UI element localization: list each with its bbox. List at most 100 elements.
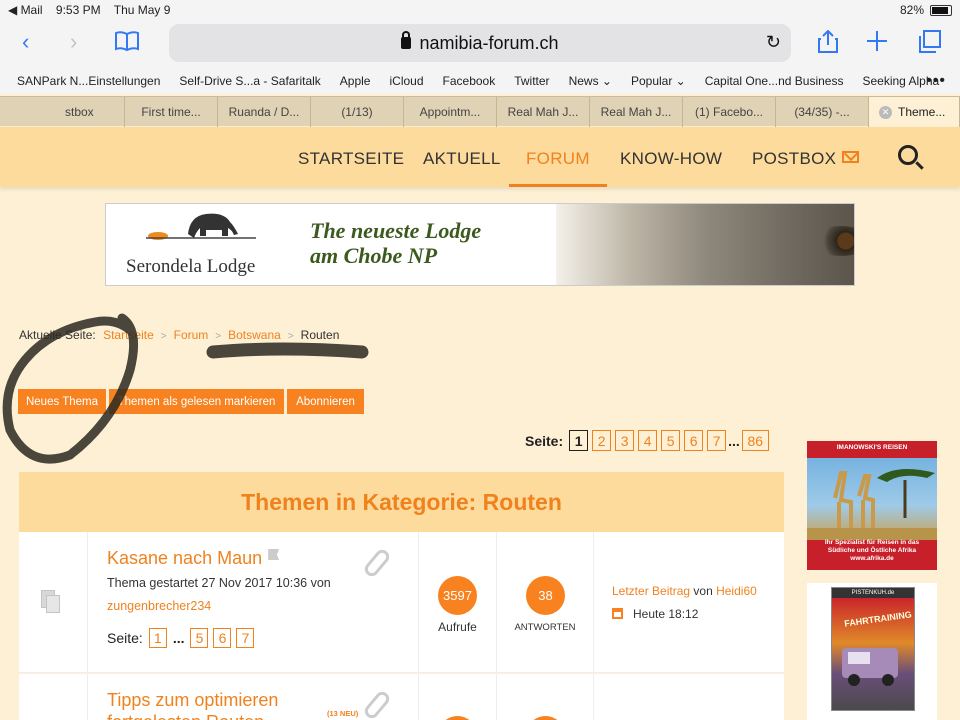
nav-postbox[interactable]: POSTBOX <box>752 149 860 169</box>
reload-icon[interactable]: ↻ <box>766 32 781 53</box>
new-tab-plus-icon[interactable] <box>866 30 888 57</box>
mark-read-button[interactable]: Themen als gelesen markieren <box>109 389 284 414</box>
topic-page-link[interactable]: 1 <box>148 628 167 648</box>
subscribe-button[interactable]: Abonnieren <box>287 389 364 414</box>
pagination-label: Seite: <box>525 432 564 449</box>
topic-icon-cell <box>19 674 88 720</box>
browser-tab[interactable]: stbox <box>0 97 125 127</box>
views-count: 3597 <box>438 576 477 615</box>
address-bar[interactable]: namibia-forum.ch ↻ <box>169 24 791 62</box>
book-cover: PISTENKUH.de FAHRTRAINING <box>831 587 915 711</box>
bookmarks-book-icon[interactable] <box>114 30 140 57</box>
views-cell <box>419 674 497 720</box>
back-arrow-icon[interactable]: ‹ <box>22 30 29 54</box>
topic-main-cell: Kasane nach Maun Thema gestartet 27 Nov … <box>88 532 419 672</box>
site-navigation: STARTSEITE AKTUELL FORUM KNOW-HOW POSTBO… <box>0 127 960 187</box>
page-link[interactable]: 3 <box>615 430 635 451</box>
pagination: Seite: 1 2 3 4 5 6 7 ... 86 <box>525 430 773 451</box>
new-topic-button[interactable]: Neues Thema <box>18 389 106 414</box>
browser-tab-active[interactable]: ✕ Theme... <box>869 97 960 127</box>
bookmark-item[interactable]: Popular ⌄ <box>631 74 686 88</box>
page-link[interactable]: 2 <box>592 430 612 451</box>
driving-training-ad[interactable]: PISTENKUH.de FAHRTRAINING <box>807 583 937 720</box>
giraffe-illustration <box>807 469 937 540</box>
topic-meta: Thema gestartet 27 Nov 2017 10:36 von <box>107 576 331 590</box>
book-publisher: PISTENKUH.de <box>851 590 895 596</box>
page-link[interactable]: 6 <box>684 430 704 451</box>
url-text: namibia-forum.ch <box>419 32 559 53</box>
browser-tab[interactable]: (1) Facebo... <box>683 97 776 127</box>
nav-forum[interactable]: FORUM <box>509 149 607 187</box>
topic-page-link[interactable]: 6 <box>213 628 232 648</box>
topic-page-link[interactable]: 7 <box>236 628 255 648</box>
bookmark-item[interactable]: Apple <box>340 74 371 88</box>
bookmark-item[interactable]: Capital One...nd Business <box>705 74 844 88</box>
banner-tagline: The neueste Lodge am Chobe NP <box>310 218 481 268</box>
nav-aktuell[interactable]: AKTUELL <box>423 149 501 169</box>
browser-tab[interactable]: Ruanda / D... <box>218 97 311 127</box>
more-bookmarks-icon[interactable]: ••• <box>926 72 946 90</box>
topic-title[interactable]: Kasane nach Maun <box>107 548 280 569</box>
nav-know-how[interactable]: KNOW-HOW <box>620 149 722 169</box>
last-post-user-link[interactable]: Heidi60 <box>716 584 757 598</box>
travel-ad-header: IMANOWSKI'S REISEN <box>836 444 908 451</box>
forward-arrow-icon[interactable]: › <box>70 30 77 54</box>
attachment-icon <box>361 689 393 720</box>
replies-count: 38 <box>526 576 565 615</box>
lodge-logo: Serondela Lodge <box>106 204 296 285</box>
topic-main-cell: Tipps zum optimieren (13 NEU) fortgelest… <box>88 674 419 720</box>
browser-tab[interactable]: Real Mah J... <box>497 97 590 127</box>
breadcrumb-label: Aktuelle Seite: <box>19 328 96 342</box>
topic-row: Tipps zum optimieren (13 NEU) fortgelest… <box>19 674 784 720</box>
bookmark-item[interactable]: News ⌄ <box>569 74 612 88</box>
topic-page-link[interactable]: 5 <box>190 628 209 648</box>
tab-bar: stbox First time... Ruanda / D... (1/13)… <box>0 96 960 127</box>
status-time: 9:53 PM <box>55 3 101 17</box>
last-post-by: von <box>693 584 713 598</box>
share-icon[interactable] <box>817 29 839 59</box>
breadcrumb-link-botswana[interactable]: Botswana <box>228 328 281 342</box>
close-tab-icon[interactable]: ✕ <box>879 105 892 119</box>
bookmark-item[interactable]: SANPark N...Einstellungen <box>17 74 160 88</box>
tabs-overview-icon[interactable] <box>918 30 942 59</box>
breadcrumb-link-startseite[interactable]: Startseite <box>103 328 154 342</box>
battery-icon <box>930 4 952 16</box>
topic-title[interactable]: Tipps zum optimieren <box>107 690 278 711</box>
back-to-app-link[interactable]: ◀ Mail <box>8 3 43 17</box>
topic-pages-ellipsis: ... <box>172 630 185 646</box>
page-link[interactable]: 7 <box>707 430 727 451</box>
page-link-last[interactable]: 86 <box>741 430 769 451</box>
topic-author-link[interactable]: zungenbrecher234 <box>107 599 211 613</box>
last-post-link[interactable]: Letzter Beitrag <box>612 584 690 598</box>
browser-tab[interactable]: First time... <box>125 97 218 127</box>
travel-ad[interactable]: IMANOWSKI'S REISEN Ihr Spezialist für Re… <box>807 441 937 570</box>
browser-tab[interactable]: (34/35) -... <box>776 97 869 127</box>
lock-icon <box>401 31 412 49</box>
elephant-eye <box>811 226 854 256</box>
lodge-banner-ad[interactable]: Serondela Lodge The neueste Lodge am Cho… <box>105 203 855 286</box>
nav-startseite[interactable]: STARTSEITE <box>298 149 404 169</box>
bookmark-item[interactable]: Self-Drive S...a - Safaritalk <box>179 74 320 88</box>
browser-tab[interactable]: (1/13) <box>311 97 404 127</box>
banner-tagline-line: The neueste Lodge <box>310 218 482 243</box>
page-link-current[interactable]: 1 <box>569 430 589 451</box>
breadcrumb-current: Routen <box>300 328 340 342</box>
flag-icon[interactable] <box>268 549 280 560</box>
active-tab-label: Theme... <box>898 105 946 119</box>
page-link[interactable]: 4 <box>638 430 658 451</box>
page-link[interactable]: 5 <box>661 430 681 451</box>
travel-ad-text: Ihr Spezialist für Reisen in das Südlich… <box>824 539 920 562</box>
replies-label: ANTWORTEN <box>514 622 576 633</box>
topic-title-text[interactable]: Kasane nach Maun <box>107 548 262 568</box>
status-date: Thu May 9 <box>113 3 171 17</box>
lodge-name: Serondela Lodge <box>126 256 256 277</box>
topic-title-continued[interactable]: fortgelesten Routen <box>107 712 264 720</box>
topic-row: Kasane nach Maun Thema gestartet 27 Nov … <box>19 532 784 673</box>
bookmark-item[interactable]: Facebook <box>443 74 496 88</box>
breadcrumb-link-forum[interactable]: Forum <box>174 328 209 342</box>
search-icon[interactable] <box>898 145 918 165</box>
bookmark-item[interactable]: Twitter <box>514 74 549 88</box>
bookmark-item[interactable]: iCloud <box>389 74 423 88</box>
browser-tab[interactable]: Appointm... <box>404 97 497 127</box>
browser-tab[interactable]: Real Mah J... <box>590 97 683 127</box>
